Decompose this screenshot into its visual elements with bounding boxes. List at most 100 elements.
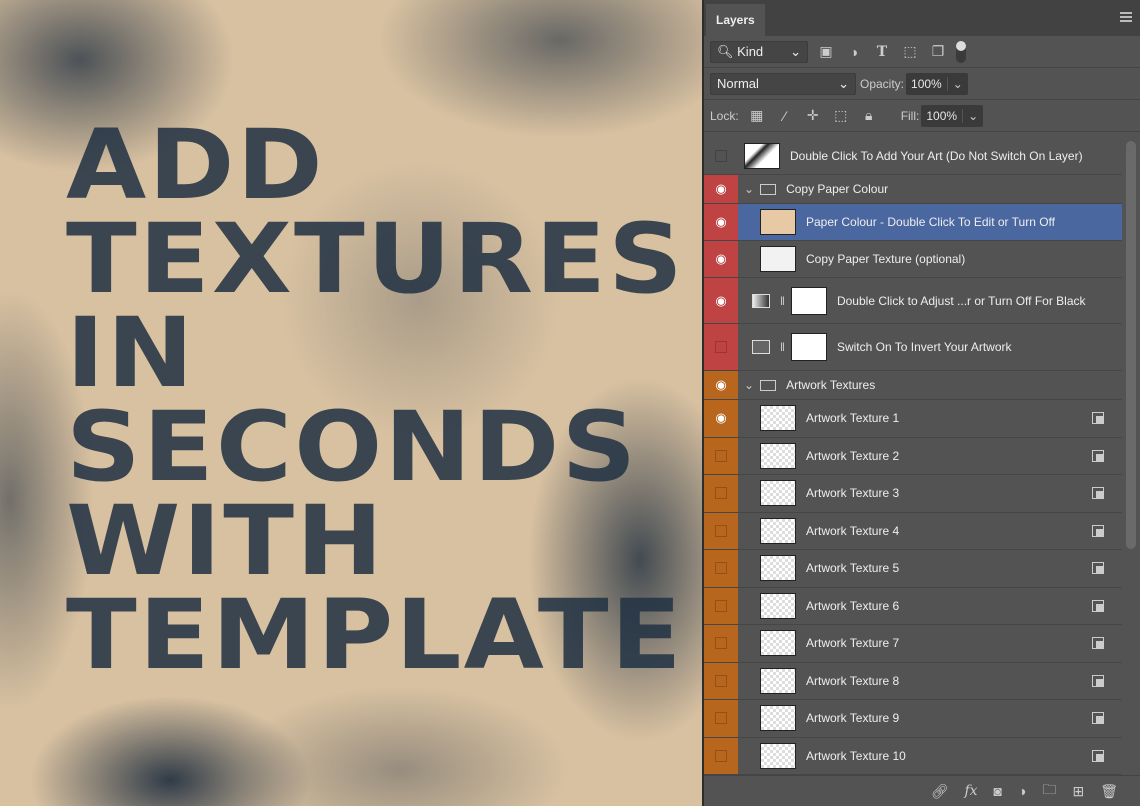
image-filter-icon[interactable]: ▣ bbox=[816, 43, 836, 60]
visibility-toggle[interactable] bbox=[704, 550, 738, 587]
new-adjustment-icon[interactable]: ◑ bbox=[1018, 783, 1026, 799]
folder-icon bbox=[760, 184, 776, 195]
eye-icon[interactable]: ◉ bbox=[704, 400, 738, 437]
smart-object-filter-icon[interactable]: ❐ bbox=[928, 43, 948, 60]
new-group-folder-icon[interactable]: 🗀︎ bbox=[1042, 779, 1056, 803]
chevron-down-icon[interactable]: ⌄ bbox=[962, 109, 983, 123]
fill-label: Fill: bbox=[901, 109, 920, 123]
panel-menu-icon[interactable] bbox=[1120, 12, 1132, 22]
shape-filter-icon[interactable]: ⬚ bbox=[900, 43, 920, 60]
lock-position-move-icon[interactable]: ✛ bbox=[803, 107, 823, 124]
gradient-map-icon bbox=[752, 294, 770, 308]
visibility-toggle[interactable] bbox=[704, 588, 738, 625]
layer-name: Artwork Texture 3 bbox=[806, 486, 899, 500]
layer-mask-thumbnail bbox=[791, 287, 827, 315]
eye-icon[interactable]: ◉ bbox=[704, 278, 738, 323]
lock-label: Lock: bbox=[710, 109, 739, 123]
chevron-down-icon[interactable]: ⌄ bbox=[947, 77, 968, 91]
eye-icon[interactable]: ◉ bbox=[704, 204, 738, 240]
chevron-down-icon[interactable]: ⌄ bbox=[744, 182, 754, 196]
lock-all-icon[interactable]: 🔒︎ bbox=[859, 107, 879, 124]
layer-name: Artwork Texture 1 bbox=[806, 411, 899, 425]
opacity-label: Opacity: bbox=[860, 77, 904, 91]
layers-list: Double Click To Add Your Art (Do Not Swi… bbox=[704, 137, 1122, 775]
layer-thumbnail bbox=[760, 209, 796, 235]
layer-name: Artwork Textures bbox=[786, 378, 875, 392]
headline-line: TEMPLATE bbox=[66, 588, 685, 682]
layer-thumbnail bbox=[760, 743, 796, 769]
poster-headline: ADD TEXTURES IN SECONDS WITH TEMPLATE bbox=[66, 118, 685, 682]
blend-mode-value: Normal bbox=[717, 76, 759, 91]
visibility-toggle[interactable] bbox=[704, 700, 738, 737]
type-filter-icon[interactable]: T bbox=[872, 44, 892, 60]
layer-name: Paper Colour - Double Click To Edit or T… bbox=[806, 215, 1055, 229]
layer-row[interactable]: ◉ ⌄ Artwork Textures bbox=[704, 371, 1122, 400]
layer-name: Artwork Texture 9 bbox=[806, 711, 899, 725]
eye-icon[interactable]: ◉ bbox=[704, 175, 738, 203]
smart-object-icon bbox=[1092, 637, 1104, 649]
blend-mode-select[interactable]: Normal⌄ bbox=[710, 73, 856, 95]
layer-thumbnail bbox=[760, 405, 796, 431]
trash-icon[interactable]: 🗑︎ bbox=[1100, 783, 1118, 800]
layer-name: Artwork Texture 5 bbox=[806, 561, 899, 575]
lock-pixels-brush-icon[interactable]: ∕ bbox=[775, 108, 795, 124]
layer-row[interactable]: ◉ Artwork Texture 1 bbox=[704, 400, 1122, 438]
chain-link-icon: ‖ bbox=[780, 340, 785, 354]
visibility-toggle[interactable] bbox=[704, 663, 738, 700]
layer-row[interactable]: Artwork Texture 8 bbox=[704, 663, 1122, 701]
layer-row[interactable]: ◉ Copy Paper Texture (optional) bbox=[704, 241, 1122, 278]
smart-object-icon bbox=[1092, 450, 1104, 462]
visibility-toggle[interactable] bbox=[704, 513, 738, 550]
layer-thumbnail bbox=[760, 443, 796, 469]
link-layers-icon[interactable]: 🔗︎ bbox=[931, 783, 949, 800]
visibility-toggle[interactable] bbox=[704, 738, 738, 775]
folder-icon bbox=[760, 380, 776, 391]
eye-icon[interactable]: ◉ bbox=[704, 371, 738, 399]
layer-row[interactable]: Artwork Texture 5 bbox=[704, 550, 1122, 588]
filter-kind-select[interactable]: 🔍︎ Kind⌄ bbox=[710, 41, 808, 63]
filter-toggle[interactable] bbox=[956, 41, 966, 63]
layers-scrollbar[interactable] bbox=[1126, 141, 1136, 549]
add-mask-icon[interactable]: ◙ bbox=[994, 783, 1002, 799]
layer-row[interactable]: Artwork Texture 4 bbox=[704, 513, 1122, 551]
opacity-field[interactable]: 100%⌄ bbox=[906, 73, 968, 95]
layer-name: Artwork Texture 10 bbox=[806, 749, 906, 763]
layer-name: Copy Paper Texture (optional) bbox=[806, 252, 965, 266]
layer-row[interactable]: ◉⌄Copy Paper Colour bbox=[704, 175, 1122, 204]
layer-row[interactable]: Artwork Texture 9 bbox=[704, 700, 1122, 738]
layer-thumbnail bbox=[760, 630, 796, 656]
fill-field[interactable]: 100%⌄ bbox=[921, 105, 983, 127]
eye-icon[interactable]: ◉ bbox=[704, 241, 738, 277]
layer-name: Switch On To Invert Your Artwork bbox=[837, 340, 1012, 354]
visibility-toggle[interactable] bbox=[704, 625, 738, 662]
layer-thumbnail bbox=[760, 246, 796, 272]
layer-row[interactable]: ◉ Paper Colour - Double Click To Edit or … bbox=[704, 204, 1122, 241]
visibility-toggle[interactable] bbox=[704, 438, 738, 475]
adjustment-filter-icon[interactable]: ◑ bbox=[844, 44, 864, 60]
headline-line: IN bbox=[66, 306, 685, 400]
opacity-value: 100% bbox=[906, 77, 947, 91]
visibility-toggle[interactable] bbox=[704, 475, 738, 512]
panel-footer: 🔗︎ fx ◙ ◑ 🗀︎ ⊞ 🗑︎ bbox=[704, 775, 1140, 806]
layer-row[interactable]: Artwork Texture 3 bbox=[704, 475, 1122, 513]
lock-artboard-icon[interactable]: ⬚ bbox=[831, 107, 851, 124]
layer-row[interactable]: ‖ Switch On To Invert Your Artwork bbox=[704, 324, 1122, 371]
lock-transparency-icon[interactable]: ▦ bbox=[747, 107, 767, 124]
layer-row[interactable]: Double Click To Add Your Art (Do Not Swi… bbox=[704, 137, 1122, 175]
new-layer-icon[interactable]: ⊞ bbox=[1072, 783, 1084, 800]
layer-row[interactable]: Artwork Texture 2 bbox=[704, 438, 1122, 476]
headline-line: SECONDS bbox=[66, 400, 685, 494]
visibility-toggle[interactable] bbox=[704, 324, 738, 370]
fx-icon[interactable]: fx bbox=[964, 783, 977, 799]
panel-tabbar: Layers bbox=[704, 0, 1140, 36]
visibility-toggle[interactable] bbox=[704, 137, 738, 174]
layer-row[interactable]: Artwork Texture 10 bbox=[704, 738, 1122, 776]
tab-layers[interactable]: Layers bbox=[706, 4, 765, 36]
layer-row[interactable]: Artwork Texture 6 bbox=[704, 588, 1122, 626]
layer-name: Double Click To Add Your Art (Do Not Swi… bbox=[790, 149, 1083, 163]
layer-name: Artwork Texture 8 bbox=[806, 674, 899, 688]
layer-row[interactable]: ◉‖Double Click to Adjust ...r or Turn Of… bbox=[704, 278, 1122, 324]
chevron-down-icon[interactable]: ⌄ bbox=[744, 378, 754, 392]
layer-row[interactable]: Artwork Texture 7 bbox=[704, 625, 1122, 663]
layer-name: Artwork Texture 7 bbox=[806, 636, 899, 650]
